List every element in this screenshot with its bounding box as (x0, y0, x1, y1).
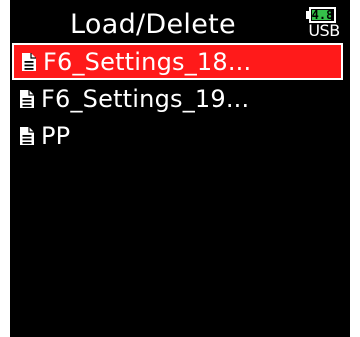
document-icon (20, 126, 34, 145)
page-title: Load/Delete (70, 9, 236, 40)
file-name: F6_Settings_18... (43, 47, 252, 76)
header: Load/Delete 4.8 USB (10, 0, 350, 42)
file-list-item[interactable]: PP (10, 117, 350, 154)
device-screen: Load/Delete 4.8 USB F6_Settings_18... F6_… (10, 0, 350, 337)
power-source-label: USB (308, 21, 340, 40)
file-list-item[interactable]: F6_Settings_19... (10, 80, 350, 117)
file-name: F6_Settings_19... (41, 84, 250, 113)
file-name: PP (41, 121, 71, 150)
document-icon (20, 89, 34, 108)
file-list-item[interactable]: F6_Settings_18... (12, 43, 343, 80)
battery-indicator: 4.8 USB (306, 7, 342, 41)
document-icon (22, 52, 36, 71)
file-list: F6_Settings_18... F6_Settings_19... PP (10, 43, 350, 154)
